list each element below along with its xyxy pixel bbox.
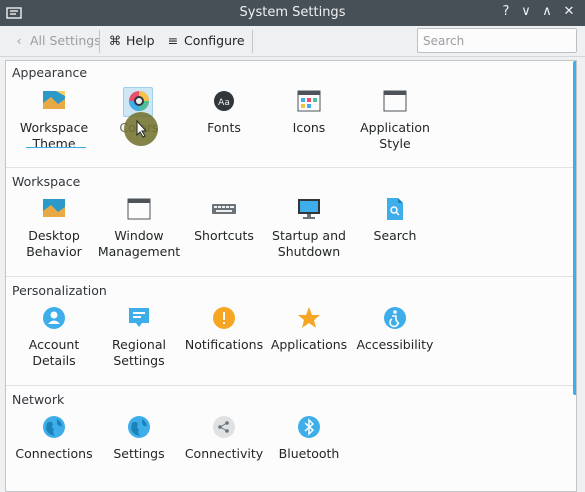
item-shortcuts[interactable]: Shortcuts xyxy=(182,197,266,244)
toolbar-separator xyxy=(252,30,253,53)
item-bluetooth[interactable]: Bluetooth xyxy=(267,415,351,462)
configure-button[interactable]: ≡ Configure xyxy=(166,31,245,51)
help-button[interactable]: ⌘ Help xyxy=(108,31,155,51)
item-label: Fonts xyxy=(207,120,241,135)
menu-icon: ≡ xyxy=(167,33,179,48)
help-label: Help xyxy=(126,33,155,48)
help-icon[interactable]: ? xyxy=(498,4,514,20)
item-connectivity[interactable]: Connectivity xyxy=(182,415,266,462)
category-heading: Network xyxy=(12,392,65,407)
item-label: Accessibility xyxy=(356,337,434,352)
help-toolbar-icon: ⌘ xyxy=(108,33,122,48)
regional-icon xyxy=(129,308,149,327)
item-applications[interactable]: Applications xyxy=(267,306,351,353)
item-label: Shutdown xyxy=(277,244,341,259)
item-account-details[interactable]: Account Details xyxy=(12,306,96,369)
item-label: Icons xyxy=(292,120,326,135)
item-application-style[interactable]: Application Style xyxy=(353,89,437,152)
item-fonts[interactable]: Aa Fonts xyxy=(182,89,266,136)
minimize-button[interactable]: ∨ xyxy=(518,4,534,20)
category-heading: Appearance xyxy=(12,65,88,80)
item-label: Details xyxy=(32,353,76,368)
window-management-icon xyxy=(127,198,151,220)
category-heading: Personalization xyxy=(12,283,107,298)
item-label: Connectivity xyxy=(184,446,264,461)
network-settings-icon xyxy=(128,416,150,438)
monitor-icon xyxy=(298,199,320,219)
item-startup-shutdown[interactable]: Startup and Shutdown xyxy=(267,197,351,260)
star-icon xyxy=(298,307,320,328)
configure-label: Configure xyxy=(184,33,245,48)
globe-icon xyxy=(43,416,65,438)
user-icon xyxy=(43,307,65,329)
item-workspace-theme[interactable]: Workspace Theme xyxy=(12,89,96,152)
item-desktop-behavior[interactable]: Desktop Behavior xyxy=(12,197,96,260)
notification-icon xyxy=(213,307,235,329)
scrollbar-thumb[interactable] xyxy=(573,61,576,395)
current-item-underline xyxy=(26,147,86,148)
item-label: Settings xyxy=(113,353,165,368)
colors-icon xyxy=(129,91,149,111)
scrollbar[interactable] xyxy=(573,61,576,491)
item-accessibility[interactable]: Accessibility xyxy=(353,306,437,353)
fonts-icon: Aa xyxy=(214,91,234,111)
all-settings-button[interactable]: ‹ All Settings xyxy=(12,31,101,51)
item-label: Bluetooth xyxy=(278,446,340,461)
item-label: Workspace xyxy=(19,120,89,135)
mouse-pointer-icon xyxy=(136,120,148,138)
search-file-icon xyxy=(387,198,403,220)
category-divider xyxy=(6,167,576,168)
item-label: Style xyxy=(379,136,411,151)
svg-text:Aa: Aa xyxy=(218,98,230,108)
toolbar-separator xyxy=(99,30,100,53)
item-label: Startup and xyxy=(272,228,346,243)
item-label: Shortcuts xyxy=(194,228,254,243)
item-label: Management xyxy=(97,244,181,259)
category-divider xyxy=(6,276,576,277)
system-settings-window: System Settings ? ∨ ∧ ✕ ‹ All Settings ⌘ H… xyxy=(0,0,585,492)
item-search[interactable]: Search xyxy=(353,197,437,244)
maximize-button[interactable]: ∧ xyxy=(539,4,555,20)
item-label: Connections xyxy=(15,446,93,461)
title-bar: System Settings ? ∨ ∧ ✕ xyxy=(0,0,585,26)
item-connections[interactable]: Connections xyxy=(12,415,96,462)
desktop-behavior-icon xyxy=(43,199,65,217)
item-label: Application xyxy=(360,120,430,135)
item-label: Theme xyxy=(32,136,76,151)
item-label: Regional xyxy=(112,337,166,352)
item-label: Settings xyxy=(113,446,165,461)
share-icon xyxy=(213,416,235,438)
category-heading: Workspace xyxy=(12,174,81,189)
application-style-icon xyxy=(383,90,407,112)
close-button[interactable]: ✕ xyxy=(561,4,577,20)
toolbar: ‹ All Settings ⌘ Help ≡ Configure xyxy=(0,26,585,57)
item-label: Account xyxy=(28,337,80,352)
item-regional-settings[interactable]: Regional Settings xyxy=(97,306,181,369)
item-label: Applications xyxy=(270,337,348,352)
category-divider xyxy=(6,385,576,386)
settings-grid: Appearance Workspace Theme Aa Fonts Icon… xyxy=(5,60,577,492)
chevron-left-icon: ‹ xyxy=(16,33,22,48)
icons-icon xyxy=(297,90,321,112)
keyboard-icon xyxy=(212,204,236,214)
item-notifications[interactable]: Notifications xyxy=(182,306,266,353)
item-network-settings[interactable]: Settings xyxy=(97,415,181,462)
workspace-theme-icon xyxy=(43,91,65,109)
accessibility-icon xyxy=(384,307,406,329)
bluetooth-icon xyxy=(298,416,320,438)
all-settings-label: All Settings xyxy=(30,33,101,48)
item-label: Notifications xyxy=(184,337,264,352)
item-label: Desktop xyxy=(28,228,80,243)
item-label: Search xyxy=(373,228,417,243)
search-input[interactable] xyxy=(417,28,577,53)
item-label: Window xyxy=(114,228,164,243)
item-icons[interactable]: Icons xyxy=(267,89,351,136)
item-window-management[interactable]: Window Management xyxy=(97,197,181,260)
item-label: Behavior xyxy=(26,244,82,259)
